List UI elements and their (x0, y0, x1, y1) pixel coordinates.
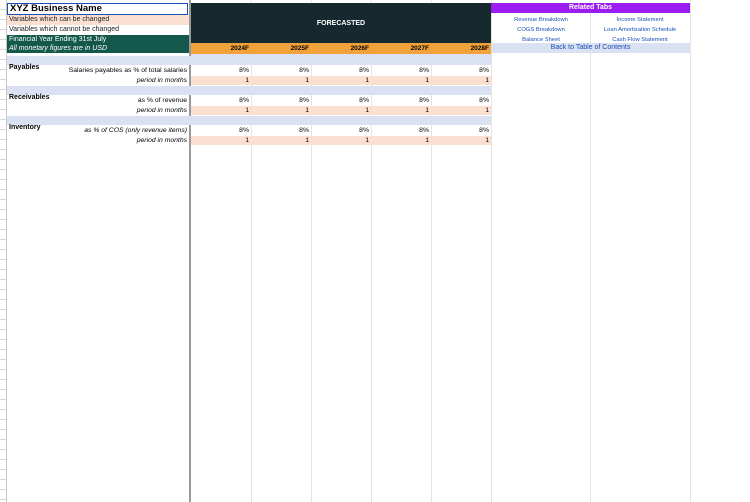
section-receivables[interactable]: Receivables (7, 86, 491, 101)
value-cell[interactable]: 8% (371, 66, 429, 75)
value-cell[interactable]: 8% (431, 126, 489, 135)
value-cell[interactable]: 8% (191, 126, 249, 135)
row-label[interactable]: as % of COS (only revenue items) (7, 126, 187, 135)
value-cell[interactable]: 1 (311, 136, 369, 145)
forecast-header[interactable]: FORECASTED (191, 3, 491, 43)
row-label[interactable]: period in months (7, 136, 187, 145)
value-cell[interactable]: 8% (371, 96, 429, 105)
legend-fixed[interactable]: Variables which cannot be changed (7, 25, 189, 35)
value-cell[interactable]: 8% (251, 126, 309, 135)
value-row: 1 1 1 1 1 (191, 106, 491, 115)
year-header-row: 2024F 2025F 2026F 2027F 2028F (191, 43, 491, 54)
value-cell[interactable]: 1 (311, 76, 369, 85)
value-cell[interactable]: 8% (311, 66, 369, 75)
value-cell[interactable]: 8% (431, 66, 489, 75)
year-header[interactable]: 2027F (371, 43, 429, 54)
link-revenue-breakdown[interactable]: Revenue Breakdown (491, 15, 591, 25)
value-cell[interactable]: 1 (191, 136, 249, 145)
year-header[interactable]: 2028F (431, 43, 489, 54)
value-cell[interactable]: 1 (371, 106, 429, 115)
value-row: 1 1 1 1 1 (191, 136, 491, 145)
legend-changeable[interactable]: Variables which can be changed (7, 15, 189, 25)
value-cell[interactable]: 8% (251, 66, 309, 75)
year-header[interactable]: 2026F (311, 43, 369, 54)
back-to-toc-link[interactable]: Back to Table of Contents (491, 43, 690, 53)
value-cell[interactable]: 1 (191, 76, 249, 85)
value-cell[interactable]: 1 (251, 136, 309, 145)
related-tabs-header[interactable]: Related Tabs (491, 3, 690, 13)
value-cell[interactable]: 1 (251, 76, 309, 85)
column-gridline (690, 0, 691, 502)
link-income-statement[interactable]: Income Statement (590, 15, 690, 25)
value-cell[interactable]: 8% (431, 96, 489, 105)
value-cell[interactable]: 1 (431, 106, 489, 115)
year-header[interactable]: 2024F (191, 43, 249, 54)
link-cogs-breakdown[interactable]: COGS Breakdown (491, 25, 591, 35)
section-payables[interactable]: Payables (7, 56, 491, 71)
value-cell[interactable]: 1 (251, 106, 309, 115)
value-cell[interactable]: 1 (431, 136, 489, 145)
value-cell[interactable]: 1 (191, 106, 249, 115)
row-label[interactable]: Salaries payables as % of total salaries (7, 66, 187, 75)
value-cell[interactable]: 1 (371, 76, 429, 85)
link-loan-amortization[interactable]: Loan Amortization Schedule (590, 25, 690, 35)
value-cell[interactable]: 8% (371, 126, 429, 135)
value-row: 8% 8% 8% 8% 8% (191, 66, 491, 75)
value-row: 8% 8% 8% 8% 8% (191, 96, 491, 105)
value-cell[interactable]: 8% (311, 96, 369, 105)
value-cell[interactable]: 8% (311, 126, 369, 135)
row-gutter (0, 0, 7, 502)
column-gridline (491, 0, 492, 502)
value-cell[interactable]: 8% (191, 66, 249, 75)
year-header[interactable]: 2025F (251, 43, 309, 54)
row-label[interactable]: as % of revenue (7, 96, 187, 105)
value-cell[interactable]: 1 (431, 76, 489, 85)
value-row: 1 1 1 1 1 (191, 76, 491, 85)
row-label[interactable]: period in months (7, 76, 187, 85)
forecast-label: FORECASTED (316, 19, 366, 27)
currency-note[interactable]: All monetary figures are in USD (7, 44, 189, 53)
value-cell[interactable]: 1 (311, 106, 369, 115)
value-cell[interactable]: 8% (191, 96, 249, 105)
business-name-cell[interactable]: XYZ Business Name (7, 3, 188, 15)
column-gridline (590, 0, 591, 502)
section-inventory[interactable]: Inventory (7, 116, 491, 131)
fiscal-year-note[interactable]: Financial Year Ending 31st July (7, 35, 189, 44)
value-row: 8% 8% 8% 8% 8% (191, 126, 491, 135)
value-cell[interactable]: 8% (251, 96, 309, 105)
row-label[interactable]: period in months (7, 106, 187, 115)
value-cell[interactable]: 1 (371, 136, 429, 145)
